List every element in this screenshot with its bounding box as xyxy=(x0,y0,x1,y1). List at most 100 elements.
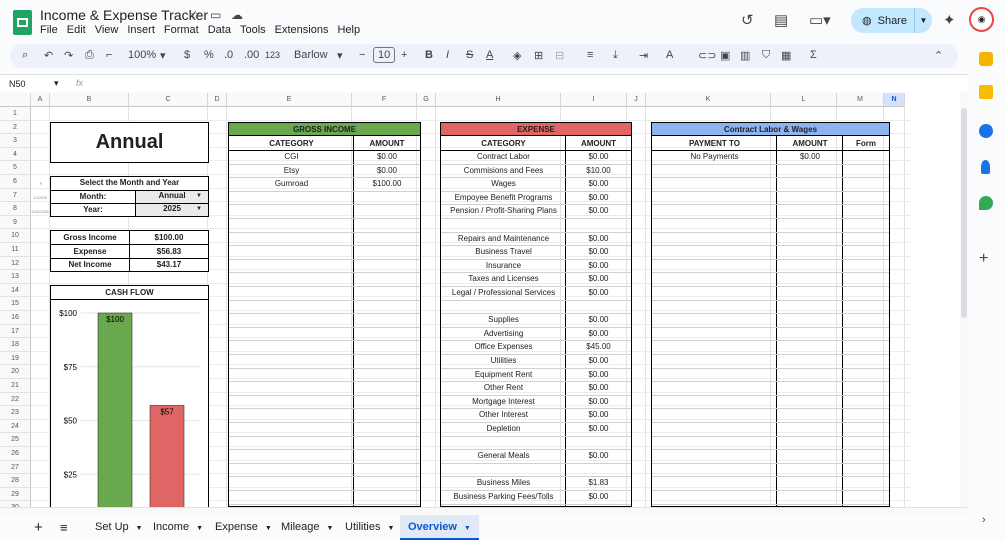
row-header[interactable]: 6 xyxy=(0,175,31,189)
expense-cell[interactable]: Pension / Profit-Sharing Plans xyxy=(441,206,566,215)
month-dropdown[interactable]: Annual ▼ xyxy=(136,191,208,203)
row-header[interactable]: 19 xyxy=(0,351,31,366)
menu-file[interactable]: File xyxy=(40,24,58,36)
expense-cell[interactable]: $45.00 xyxy=(566,342,631,351)
column-header[interactable]: N xyxy=(884,93,905,107)
get-addons-icon[interactable]: + xyxy=(979,250,988,268)
row-header[interactable]: 25 xyxy=(0,433,31,447)
expense-cell[interactable]: $0.00 xyxy=(566,410,631,419)
expense-cell[interactable]: Repairs and Maintenance xyxy=(441,234,566,243)
share-button[interactable]: ◍ Share ▼ xyxy=(851,8,932,33)
decrease-decimal-button[interactable]: .0 xyxy=(224,49,233,61)
share-dropdown-icon[interactable]: ▼ xyxy=(914,8,932,33)
vertical-scrollbar[interactable] xyxy=(960,93,968,507)
tab-mileage[interactable]: Mileage ▼ xyxy=(273,515,341,540)
expense-cell[interactable]: Commisions and Fees xyxy=(441,166,566,175)
percent-format-button[interactable]: % xyxy=(204,49,214,61)
undo-icon[interactable]: ↶ xyxy=(44,49,53,62)
all-sheets-icon[interactable]: ≡ xyxy=(60,515,68,540)
row-header[interactable]: 24 xyxy=(0,419,31,434)
functions-icon[interactable]: Σ xyxy=(810,49,817,61)
expense-cell[interactable]: $0.00 xyxy=(566,152,631,161)
expense-cell[interactable]: $0.00 xyxy=(566,424,631,433)
column-header[interactable]: D xyxy=(208,93,227,107)
column-header[interactable]: A xyxy=(31,93,50,107)
row-header[interactable]: 8 xyxy=(0,202,31,216)
keep-icon[interactable] xyxy=(979,52,993,66)
row-header[interactable]: 27 xyxy=(0,460,31,475)
menu-view[interactable]: View xyxy=(95,24,119,36)
year-chevron-down-icon[interactable]: ▼ xyxy=(196,206,202,212)
filter-views-icon[interactable]: ▦ xyxy=(781,49,791,62)
expense-cell[interactable]: $0.00 xyxy=(566,234,631,243)
sheets-logo-icon[interactable] xyxy=(13,10,32,35)
expense-cell[interactable]: Business Parking Fees/Tolls xyxy=(441,492,566,501)
move-folder-icon[interactable]: ▭ xyxy=(210,8,221,22)
spreadsheet-grid[interactable]: ABCDEFGHIJKLMN 1 2 3 4 5 6 7 8 9 10 11 12 13 14 15 16 17… xyxy=(0,93,960,507)
month-chevron-down-icon[interactable]: ▼ xyxy=(196,193,202,199)
tab-menu-chevron-down-icon[interactable]: ▼ xyxy=(136,525,143,532)
comments-icon[interactable]: ▤ xyxy=(774,11,788,29)
contacts-icon[interactable] xyxy=(981,160,990,174)
insert-link-icon[interactable]: ⊂⊃ xyxy=(698,49,716,62)
row-header[interactable]: 12 xyxy=(0,256,31,271)
menu-format[interactable]: Format xyxy=(164,24,199,36)
row-header[interactable]: 28 xyxy=(0,474,31,488)
row-header[interactable]: 29 xyxy=(0,487,31,502)
menu-data[interactable]: Data xyxy=(208,24,231,36)
insert-chart-icon[interactable]: ▥ xyxy=(740,49,750,62)
expense-cell[interactable]: Business Miles xyxy=(441,478,566,487)
calendar-icon[interactable] xyxy=(979,124,993,138)
gross-income-cell[interactable]: $0.00 xyxy=(354,152,420,161)
row-header[interactable]: 20 xyxy=(0,365,31,379)
contract-labor-cell[interactable]: $0.00 xyxy=(777,152,843,161)
column-header[interactable]: C xyxy=(129,93,208,107)
gross-income-cell[interactable]: CGI xyxy=(229,152,354,161)
row-header[interactable]: 10 xyxy=(0,229,31,243)
column-header[interactable]: F xyxy=(352,93,417,107)
expense-cell[interactable]: $0.00 xyxy=(566,329,631,338)
gross-income-cell[interactable]: Etsy xyxy=(229,166,354,175)
more-formats-button[interactable]: 123 xyxy=(265,50,280,60)
tab-menu-chevron-down-icon[interactable]: ▼ xyxy=(265,525,272,532)
tab-menu-chevron-down-icon[interactable]: ▼ xyxy=(464,525,471,532)
expense-cell[interactable]: Office Expenses xyxy=(441,342,566,351)
expense-cell[interactable]: $0.00 xyxy=(566,315,631,324)
decrease-font-size-button[interactable]: − xyxy=(359,49,365,61)
gross-income-cell[interactable]: $100.00 xyxy=(354,179,420,188)
font-chevron-down-icon[interactable]: ▾ xyxy=(337,49,343,62)
row-header[interactable]: 7 xyxy=(0,188,31,203)
expense-cell[interactable]: Contract Labor xyxy=(441,152,566,161)
expense-cell[interactable]: Wages xyxy=(441,179,566,188)
expense-cell[interactable]: $0.00 xyxy=(566,451,631,460)
history-icon[interactable]: ↺ xyxy=(741,11,754,29)
expense-cell[interactable]: Mortgage Interest xyxy=(441,397,566,406)
merge-cells-icon[interactable]: ⊟ xyxy=(555,49,564,62)
tab-menu-chevron-down-icon[interactable]: ▼ xyxy=(327,525,334,532)
row-header[interactable]: 11 xyxy=(0,243,31,257)
expense-cell[interactable]: $0.00 xyxy=(566,179,631,188)
print-icon[interactable]: ⎙ xyxy=(85,49,94,62)
tab-set-up[interactable]: Set Up ▼ xyxy=(87,515,151,540)
expand-panel-icon[interactable]: › xyxy=(982,514,986,526)
add-sheet-icon[interactable]: + xyxy=(34,515,43,540)
horizontal-scrollbar[interactable] xyxy=(0,507,968,515)
redo-icon[interactable]: ↷ xyxy=(64,49,73,62)
column-header[interactable]: E xyxy=(227,93,352,107)
collapse-toolbar-icon[interactable]: ⌃ xyxy=(934,49,943,62)
gemini-icon[interactable]: ✦ xyxy=(943,11,956,29)
bar-expense[interactable] xyxy=(149,405,185,507)
bold-icon[interactable]: B xyxy=(425,49,433,61)
row-header[interactable]: 2 xyxy=(0,120,31,135)
column-header[interactable]: I xyxy=(561,93,627,107)
row-header[interactable]: 17 xyxy=(0,324,31,339)
cash-flow-chart[interactable]: CASH FLOW $100 $75 $50 $25 $100 $57 xyxy=(50,285,209,507)
expense-cell[interactable]: Depletion xyxy=(441,424,566,433)
menu-extensions[interactable]: Extensions xyxy=(275,24,329,36)
tab-menu-chevron-down-icon[interactable]: ▼ xyxy=(387,525,394,532)
expense-cell[interactable]: $0.00 xyxy=(566,193,631,202)
vertical-align-icon[interactable]: ⤓ xyxy=(613,49,618,62)
expense-cell[interactable]: Other Rent xyxy=(441,383,566,392)
expense-cell[interactable]: $0.00 xyxy=(566,370,631,379)
expense-cell[interactable]: $0.00 xyxy=(566,397,631,406)
